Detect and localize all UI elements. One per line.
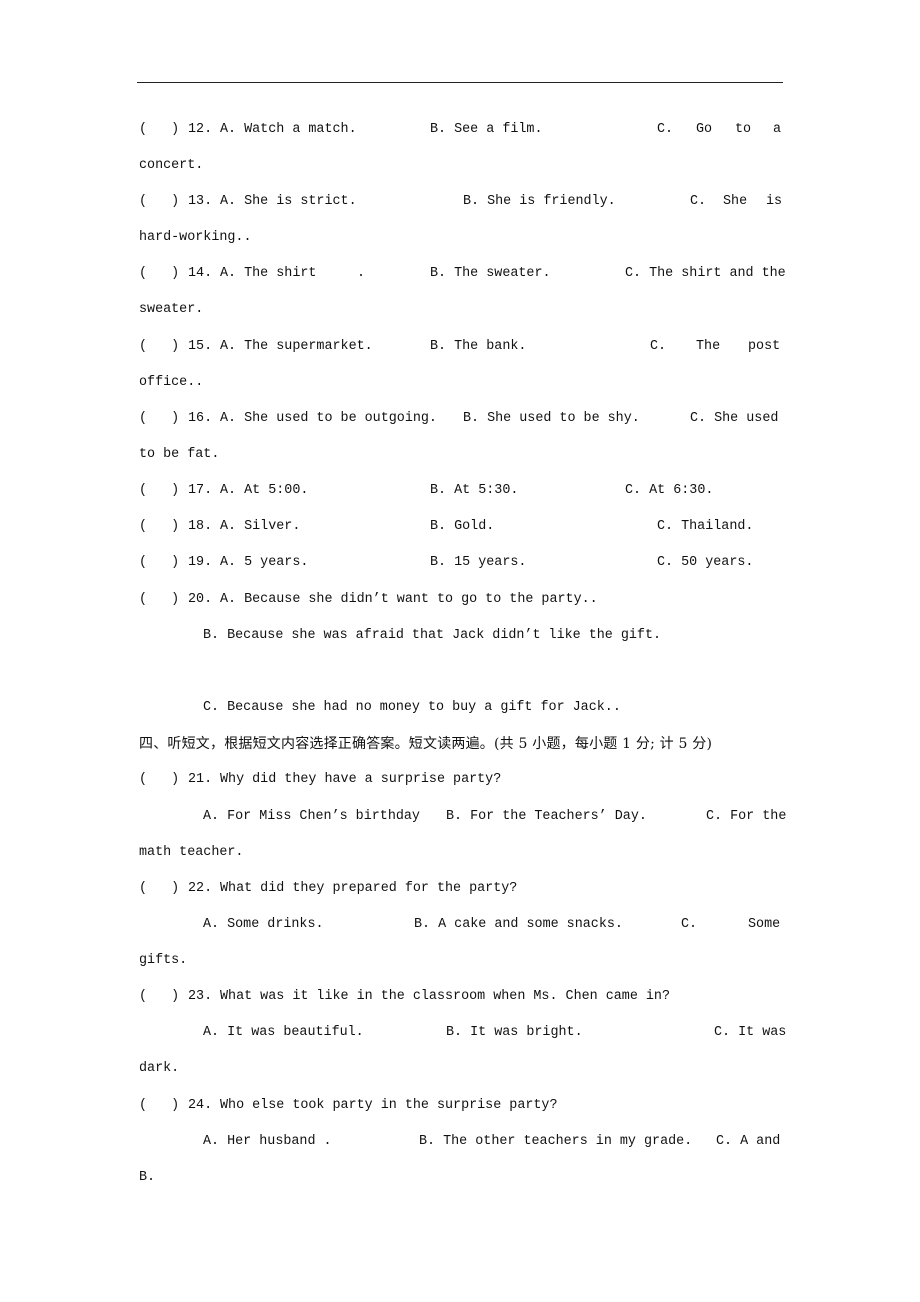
option-c: C. A and [716,1134,781,1149]
continuation: dark. [139,1061,180,1076]
question-number: 22. [188,881,213,896]
question-number: 21. [188,772,213,787]
option-c: C. Thailand. [657,519,754,534]
answer-blank: ( ) [139,519,180,534]
option-a: A. Silver. [220,519,301,534]
continuation: concert. [139,158,204,173]
answer-blank: ( ) [139,339,180,354]
option-a: A. At 5:00. [220,483,309,498]
option-a: A. For Miss Chen’s birthday [203,809,420,824]
option-b: B. The sweater. [430,266,551,281]
question-stem: Who else took party in the surprise part… [220,1098,558,1113]
option-c: C. [650,339,667,354]
question-number: 24. [188,1098,213,1113]
answer-blank: ( ) [139,881,180,896]
question-number: 23. [188,989,213,1004]
option-c-word: post [748,339,781,354]
continuation: to be fat. [139,447,220,462]
option-c-word: Some [748,917,781,932]
question-number: 18. [188,519,213,534]
question-number: 14. [188,266,213,281]
option-b: B. The bank. [430,339,527,354]
option-c-word: a [773,122,782,137]
answer-blank: ( ) [139,772,180,787]
question-number: 15. [188,339,213,354]
answer-blank: ( ) [139,411,180,426]
question-number: 17. [188,483,213,498]
answer-blank: ( ) [139,122,180,137]
continuation: hard-working.. [139,230,252,245]
option-a: A. She used to be outgoing. [220,411,437,426]
answer-blank: ( ) [139,592,180,607]
exam-page: ( ) 12. A. Watch a match. B. See a film.… [0,0,920,1302]
header-rule [137,82,783,83]
option-a: A. Because she didn’t want to go to the … [220,592,598,607]
option-a: A. 5 years. [220,555,309,570]
option-b: B. The other teachers in my grade. [419,1134,693,1149]
question-stem: What did they prepared for the party? [220,881,518,896]
question-number: 16. [188,411,213,426]
continuation: math teacher. [139,845,244,860]
option-b: B. She used to be shy. [463,411,640,426]
question-number: 19. [188,555,213,570]
continuation: office.. [139,375,204,390]
question-number: 12. [188,122,213,137]
option-c-word: She [723,194,748,209]
question-stem: What was it like in the classroom when M… [220,989,670,1004]
option-c: C. [657,122,674,137]
option-a: A. It was beautiful. [203,1025,364,1040]
question-number: 20. [188,592,213,607]
continuation: gifts. [139,953,188,968]
option-b: B. She is friendly. [463,194,616,209]
answer-blank: ( ) [139,989,180,1004]
option-a: A. She is strict. [220,194,357,209]
answer-blank: ( ) [139,266,180,281]
option-a: A. Her husband . [203,1134,332,1149]
question-number: 13. [188,194,213,209]
option-c: C. It was [714,1025,787,1040]
answer-blank: ( ) [139,1098,180,1113]
continuation: B. [139,1170,156,1185]
option-a-period: . [357,266,366,281]
option-c: C. She used [690,411,779,426]
option-b: B. It was bright. [446,1025,583,1040]
option-c-word: is [766,194,783,209]
section-heading: 四、听短文，根据短文内容选择正确答案。短文读两遍。(共 5 小题，每小题 1 分… [139,736,713,752]
option-c: C. For the [706,809,787,824]
option-b: B. For the Teachers’ Day. [446,809,647,824]
question-stem: Why did they have a surprise party? [220,772,502,787]
option-b: B. See a film. [430,122,543,137]
option-c: C. The shirt and the [625,266,786,281]
option-b: B. 15 years. [430,555,527,570]
option-a: A. The supermarket. [220,339,373,354]
answer-blank: ( ) [139,194,180,209]
option-c: C. At 6:30. [625,483,714,498]
option-b: B. A cake and some snacks. [414,917,623,932]
option-a: A. Some drinks. [203,917,324,932]
option-c-word: to [735,122,752,137]
continuation: sweater. [139,302,204,317]
option-b: B. At 5:30. [430,483,519,498]
answer-blank: ( ) [139,555,180,570]
option-c: C. Because she had no money to buy a gif… [203,700,621,715]
option-c-word: The [696,339,721,354]
option-a: A. Watch a match. [220,122,357,137]
option-b: B. Gold. [430,519,495,534]
option-c: C. [681,917,698,932]
option-c: C. 50 years. [657,555,754,570]
option-a: A. The shirt [220,266,317,281]
option-c-word: Go [696,122,713,137]
option-c: C. [690,194,707,209]
answer-blank: ( ) [139,483,180,498]
option-b: B. Because she was afraid that Jack didn… [203,628,662,643]
